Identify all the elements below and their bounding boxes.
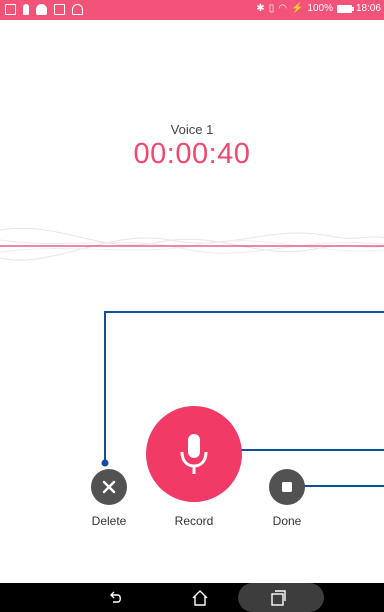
recording-timer: 00:00:40 xyxy=(133,138,251,170)
record-label: Record xyxy=(174,514,214,528)
record-button[interactable] xyxy=(146,406,242,502)
microphone-icon xyxy=(180,434,208,474)
cloud-notification-icon xyxy=(36,4,47,15)
close-icon xyxy=(102,480,116,494)
clock: 18:06 xyxy=(355,3,381,14)
done-label: Done xyxy=(272,514,302,528)
bluetooth-icon: ✱ xyxy=(256,3,265,14)
back-icon xyxy=(110,591,121,603)
vibrate-icon: ▯ xyxy=(268,3,275,14)
done-button[interactable] xyxy=(269,469,305,505)
system-status: ✱ ▯ ◠ ⚡ 100% 18:06 xyxy=(256,3,381,15)
recording-title: Voice 1 xyxy=(170,122,214,137)
back-button[interactable] xyxy=(106,588,126,608)
delete-label: Delete xyxy=(91,514,127,528)
store-notification-icon xyxy=(54,4,65,15)
waveform xyxy=(0,227,384,261)
sync-notification-icon xyxy=(72,4,83,15)
status-bar: ✱ ▯ ◠ ⚡ 100% 18:06 xyxy=(0,0,384,20)
gallery-notification-icon xyxy=(5,4,16,15)
stop-icon xyxy=(282,482,292,492)
battery-icon xyxy=(336,5,354,13)
battery-charging-icon: ⚡ xyxy=(290,3,304,14)
recents-icon xyxy=(271,590,286,606)
navigation-bar xyxy=(0,583,384,612)
home-icon xyxy=(192,590,208,606)
notification-icons xyxy=(5,4,83,15)
recents-button[interactable] xyxy=(268,588,288,608)
usb-notification-icon xyxy=(23,4,29,15)
wifi-icon: ◠ xyxy=(278,3,287,14)
home-button[interactable] xyxy=(190,588,210,608)
battery-percent: 100% xyxy=(307,3,333,14)
delete-button[interactable] xyxy=(91,469,127,505)
